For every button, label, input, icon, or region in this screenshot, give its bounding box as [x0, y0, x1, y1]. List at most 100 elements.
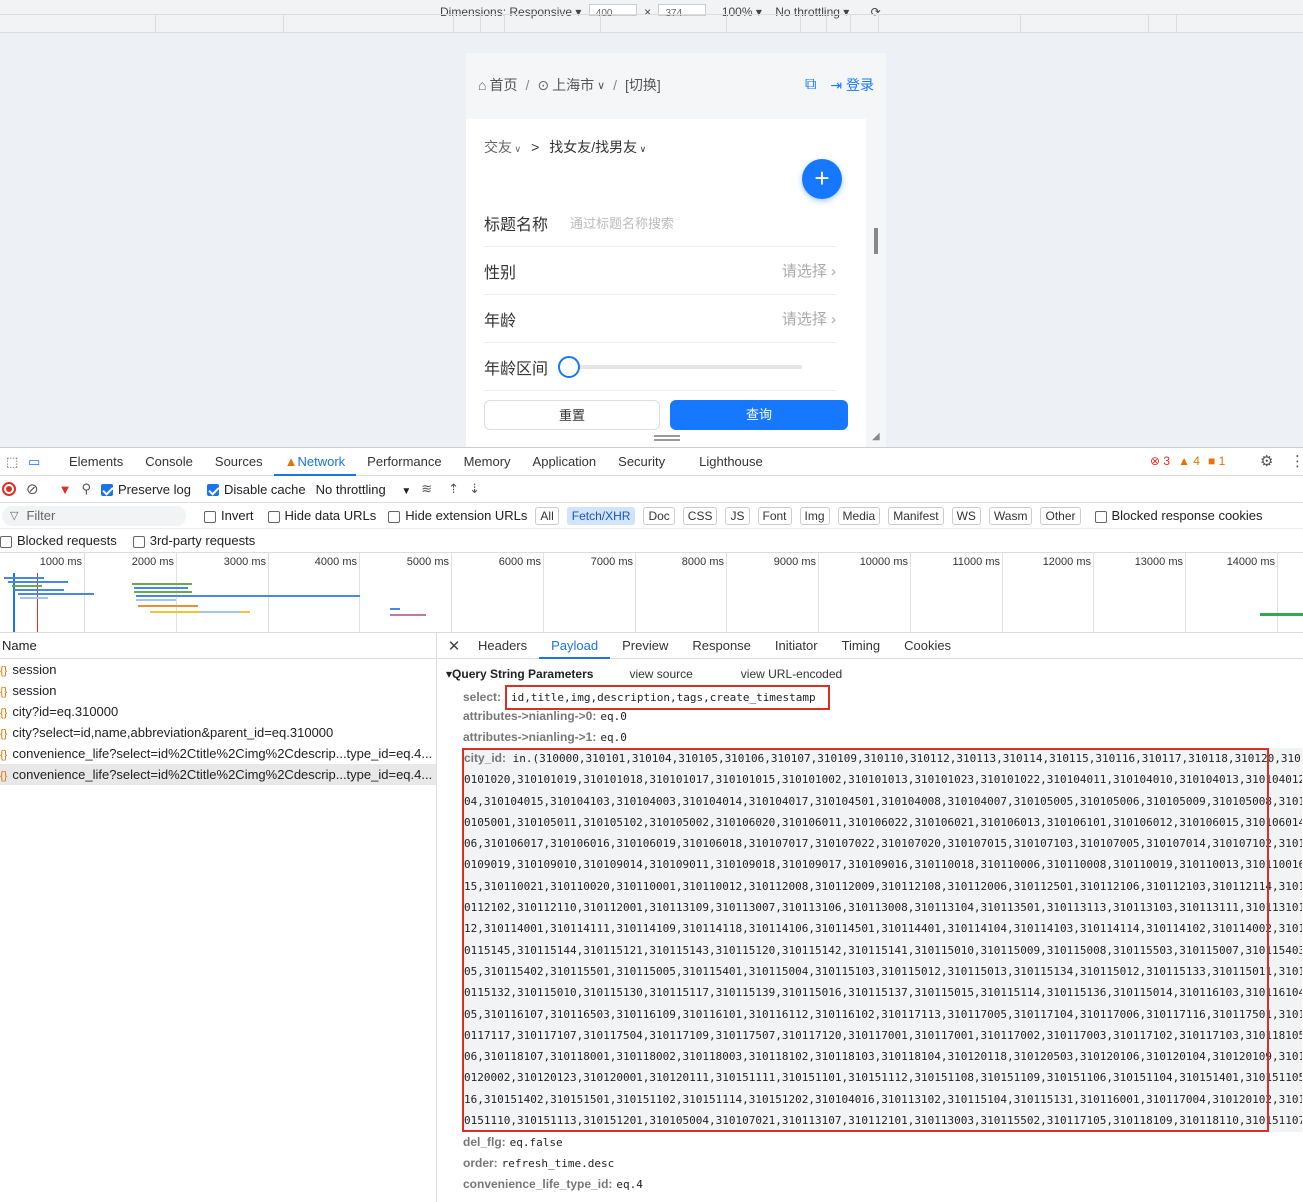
tab-headers[interactable]: Headers [466, 633, 539, 659]
timeline-gridline [726, 553, 727, 632]
breadcrumb-separator: / [613, 77, 618, 93]
tab-response[interactable]: Response [680, 633, 763, 659]
gear-icon[interactable]: ⚙ [1260, 452, 1273, 470]
type-filter-fetch-xhr[interactable]: Fetch/XHR [566, 506, 636, 525]
image-upload-icon[interactable]: ⧉ [805, 76, 816, 94]
more-menu-icon[interactable]: ⋮ [1290, 452, 1303, 470]
tab-initiator[interactable]: Initiator [763, 633, 830, 659]
query-params-toggle[interactable]: ▾Query String Parameters [446, 667, 593, 681]
search-form: 交友 ∨ > 找女友/找男友 ∨ + 标题名称 通过标题名称搜索 性别 请选择 … [466, 119, 866, 447]
request-bar [200, 611, 240, 613]
login-button[interactable]: ⇥ 登录 [830, 75, 874, 95]
type-filter-img[interactable]: Img [799, 506, 830, 525]
timeline-gridline [359, 553, 360, 632]
issue-counts[interactable]: ⊗ 3 ▲ 4 ■ 1 [1150, 454, 1225, 468]
tab-preview[interactable]: Preview [610, 633, 680, 659]
age-range-slider[interactable] [558, 355, 803, 378]
breadcrumb-home[interactable]: 首页 [489, 75, 517, 95]
type-filter-doc[interactable]: Doc [643, 506, 675, 525]
timeline-gridline [635, 553, 636, 632]
request-row[interactable]: {} city?select=id,name,abbreviation&paren… [0, 722, 436, 743]
blocked-requests-checkbox[interactable]: Blocked requests [0, 533, 117, 548]
request-row[interactable]: {} session [0, 659, 436, 680]
tab-memory[interactable]: Memory [453, 448, 522, 476]
param-value: eq.4 [616, 1178, 643, 1191]
type-filter-wasm[interactable]: Wasm [988, 506, 1033, 525]
preserve-log-label: Preserve log [117, 481, 191, 497]
gender-select[interactable]: 请选择 › [782, 260, 836, 281]
type-filter-other[interactable]: Other [1040, 506, 1081, 525]
export-har-icon[interactable]: ⇣ [469, 481, 480, 497]
tab-performance[interactable]: Performance [356, 448, 452, 476]
clear-icon[interactable]: ⊘ [26, 480, 39, 498]
filter-input[interactable]: ▽ Filter [2, 505, 186, 526]
tab-lighthouse[interactable]: Lighthouse [688, 448, 774, 476]
breadcrumb-separator: / [525, 77, 530, 93]
age-field-row[interactable]: 年龄 请选择 › [484, 295, 836, 343]
category-child[interactable]: 找女友/找男友 ∨ [549, 137, 646, 157]
timeline-tick-label: 7000 ms [590, 556, 633, 568]
request-row[interactable]: {} session [0, 680, 436, 701]
request-name: city?select=id,name,abbreviation&parent_… [12, 725, 334, 740]
request-row[interactable]: {} city?id=eq.310000 [0, 701, 436, 722]
third-party-checkbox[interactable]: 3rd-party requests [132, 533, 255, 548]
slider-thumb[interactable] [558, 355, 581, 378]
blocked-response-cookies-checkbox[interactable]: Blocked response cookies [1094, 508, 1263, 523]
viewport-resize-handle[interactable] [654, 435, 680, 441]
record-icon[interactable] [2, 482, 16, 496]
type-filter-css[interactable]: CSS [682, 506, 718, 525]
query-params-header: ▾Query String Parameters view source vie… [438, 663, 1303, 685]
type-filter-js[interactable]: JS [725, 506, 750, 525]
request-row-selected[interactable]: {} convenience_life?select=id%2Ctitle%2Ci… [0, 764, 436, 785]
page-scrollbar[interactable] [874, 228, 878, 254]
network-overview-timeline[interactable]: 1000 ms 2000 ms 3000 ms 4000 ms 5000 ms … [0, 553, 1303, 633]
warning-count: ▲ 4 [1178, 454, 1200, 468]
search-icon[interactable]: ⚲ [81, 481, 91, 497]
checkbox-checked [206, 484, 219, 497]
tab-network[interactable]: ▲Network [273, 448, 357, 476]
title-search-input[interactable]: 通过标题名称搜索 [570, 213, 674, 232]
add-button[interactable]: + [802, 159, 842, 199]
request-row[interactable]: {} convenience_life?select=id%2Ctitle%2Ci… [0, 743, 436, 764]
switch-city-link[interactable]: [切换] [625, 75, 661, 95]
invert-checkbox[interactable]: Invert [204, 508, 254, 523]
tab-security[interactable]: Security [607, 448, 676, 476]
search-button[interactable]: 查询 [670, 400, 848, 430]
param-city-id: city_id: in.(310000,310101,310104,310105… [462, 748, 1302, 1132]
disable-cache-checkbox[interactable]: Disable cache [206, 482, 306, 497]
type-filter-manifest[interactable]: Manifest [888, 506, 944, 525]
tab-sources[interactable]: Sources [204, 448, 274, 476]
gender-field-row[interactable]: 性别 请选择 › [484, 247, 836, 295]
inspect-element-icon[interactable]: ⬚ [6, 454, 22, 470]
tab-timing[interactable]: Timing [830, 633, 893, 659]
type-filter-media[interactable]: Media [837, 506, 881, 525]
network-throttling-dropdown[interactable]: No throttling ▼ [316, 482, 412, 497]
network-conditions-icon[interactable]: ≋ [421, 481, 432, 497]
reset-button[interactable]: 重置 [484, 400, 660, 430]
close-icon[interactable]: ✕ [442, 637, 466, 655]
tab-elements[interactable]: Elements [58, 448, 134, 476]
tab-console[interactable]: Console [134, 448, 204, 476]
import-har-icon[interactable]: ⇡ [448, 481, 459, 497]
device-toggle-icon[interactable]: ▭ [28, 454, 44, 470]
filter-funnel-icon[interactable]: ▼ [59, 482, 72, 497]
column-header-name[interactable]: Name [0, 633, 436, 659]
type-filter-all[interactable]: All [535, 506, 559, 525]
tab-cookies[interactable]: Cookies [892, 633, 963, 659]
age-select[interactable]: 请选择 › [782, 308, 836, 329]
viewport-corner-resize-handle[interactable]: ◢ [872, 431, 882, 442]
hide-extension-urls-checkbox[interactable]: Hide extension URLs [388, 508, 527, 523]
category-parent[interactable]: 交友 ∨ [484, 137, 521, 157]
chevron-right-icon: › [831, 263, 836, 280]
home-icon: ⌂ [478, 77, 487, 93]
type-filter-ws[interactable]: WS [951, 506, 981, 525]
preserve-log-checkbox[interactable]: Preserve log [100, 481, 191, 497]
hide-data-urls-checkbox[interactable]: Hide data URLs [267, 508, 376, 523]
param-del-flg: del_flg: eq.false [438, 1132, 1303, 1153]
breadcrumb-city[interactable]: 上海市 [552, 75, 594, 95]
view-source-link[interactable]: view source [629, 667, 692, 681]
tab-payload[interactable]: Payload [539, 633, 611, 659]
type-filter-font[interactable]: Font [757, 506, 792, 525]
view-url-encoded-link[interactable]: view URL-encoded [741, 667, 842, 681]
tab-application[interactable]: Application [522, 448, 608, 476]
